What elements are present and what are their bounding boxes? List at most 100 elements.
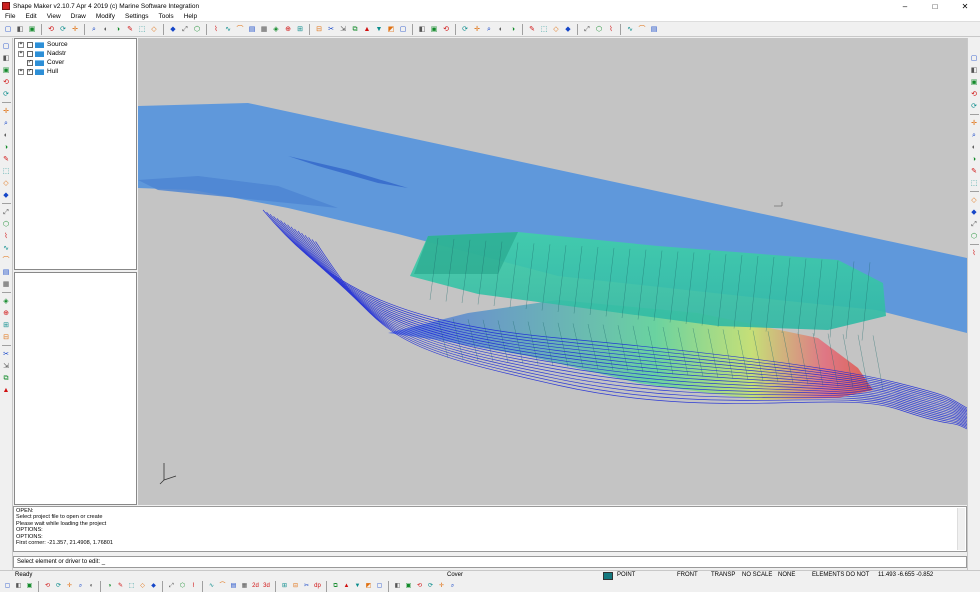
patch-icon[interactable]: ▼ [374, 25, 384, 35]
hull-icon[interactable]: ◧ [417, 25, 427, 35]
b-layer-icon[interactable]: ◧ [393, 582, 402, 591]
status-do-not[interactable]: DO NOT [846, 572, 869, 578]
arc-icon[interactable]: ⧉ [350, 25, 360, 35]
frame-icon[interactable]: ⊞ [295, 25, 305, 35]
zoom-window-icon[interactable]: ⌕ [89, 25, 99, 35]
move-node-icon[interactable]: ⌕ [1, 118, 11, 128]
checkbox-icon[interactable]: ✓ [27, 68, 33, 75]
node-icon[interactable]: ▦ [259, 25, 269, 35]
b-dp-icon[interactable]: dp [313, 582, 322, 591]
view-side-icon[interactable]: ⌕ [969, 130, 979, 140]
redraw-icon[interactable]: ⬡ [192, 25, 202, 35]
expand-icon[interactable]: + [18, 41, 24, 48]
b-up-icon[interactable]: ⊟ [291, 582, 300, 591]
extend-icon[interactable]: ✛ [472, 25, 482, 35]
wireframe-icon[interactable]: ⬡ [594, 25, 604, 35]
hull-view-icon[interactable]: ✎ [969, 166, 979, 176]
minimize-button[interactable]: – [890, 0, 920, 12]
b-node-icon[interactable]: ⤢ [167, 582, 176, 591]
measure-icon[interactable]: ✎ [527, 25, 537, 35]
menu-settings[interactable]: Settings [120, 13, 154, 20]
line-icon[interactable]: ▤ [247, 25, 257, 35]
b-select-icon[interactable]: ▢ [3, 582, 12, 591]
tree-node-source[interactable]: + Source [15, 40, 136, 49]
hydrostatics-icon[interactable]: ⬚ [539, 25, 549, 35]
b-shade-icon[interactable]: ⟲ [415, 582, 424, 591]
curvature-map-icon[interactable]: ⇲ [1, 361, 11, 371]
break-icon[interactable]: ✎ [1, 154, 11, 164]
delete-icon[interactable]: ◆ [563, 25, 573, 35]
table-icon[interactable]: ⤢ [969, 219, 979, 229]
snap-icon[interactable]: ⊕ [283, 25, 293, 35]
draw-line-icon[interactable]: ▢ [1, 41, 11, 51]
status-view[interactable]: FRONT [677, 572, 698, 578]
section-icon[interactable]: ⟲ [441, 25, 451, 35]
b-wire-icon[interactable]: ⟳ [426, 582, 435, 591]
view-front-icon[interactable]: ✛ [969, 118, 979, 128]
hull-model-render[interactable] [138, 38, 967, 505]
copy-icon[interactable]: ◑ [508, 25, 518, 35]
expand-icon[interactable]: + [18, 68, 24, 75]
new-file-icon[interactable]: ▢ [3, 25, 13, 35]
b-red-curve-icon[interactable]: ⊞ [280, 582, 289, 591]
fill-surface-icon[interactable]: ▤ [1, 267, 11, 277]
mesh-icon[interactable]: ◩ [386, 25, 396, 35]
checkbox-icon[interactable] [27, 41, 33, 48]
b-node2-icon[interactable]: ⬡ [178, 582, 187, 591]
b-polyline-icon[interactable]: ▲ [342, 582, 351, 591]
split-icon[interactable]: ⊕ [1, 308, 11, 318]
loft-icon[interactable]: ⬡ [1, 219, 11, 229]
trim-icon[interactable]: ⟳ [460, 25, 470, 35]
b-snap-mid-icon[interactable]: ⌒ [218, 582, 227, 591]
tree-node-label[interactable]: Hull [47, 68, 58, 75]
spline-icon[interactable]: ⇲ [338, 25, 348, 35]
zoom-extents-icon[interactable]: ◑ [113, 25, 123, 35]
b-circle-icon[interactable]: ✛ [65, 582, 74, 591]
surface-from-curves-icon[interactable]: ⤢ [1, 207, 11, 217]
tree-node-label[interactable]: Source [47, 41, 68, 48]
render-icon[interactable]: ∿ [625, 25, 635, 35]
offset-icon[interactable]: ⌕ [484, 25, 494, 35]
patch-icon[interactable]: ∿ [1, 243, 11, 253]
layer-color-swatch[interactable] [603, 572, 613, 580]
menu-help[interactable]: Help [179, 13, 202, 20]
zoom-in-icon[interactable]: ⬚ [137, 25, 147, 35]
deck-view-icon[interactable]: ⬚ [969, 178, 979, 188]
redo-icon[interactable]: ⟳ [58, 25, 68, 35]
help-pointer-icon[interactable]: ✛ [70, 25, 80, 35]
3d-viewport[interactable] [138, 38, 967, 505]
b-poly-icon[interactable]: ◐ [87, 582, 96, 591]
expand-icon[interactable]: + [18, 50, 24, 57]
sweep-icon[interactable]: ⌇ [1, 231, 11, 241]
draw-wave-icon[interactable]: ⟲ [1, 77, 11, 87]
mirror-icon[interactable]: ◐ [496, 25, 506, 35]
draw-rect-icon[interactable]: ◧ [1, 53, 11, 63]
b-line-tool-icon[interactable]: ⧉ [331, 582, 340, 591]
offset-surface-icon[interactable]: ⊟ [1, 332, 11, 342]
surface-icon[interactable]: ▲ [362, 25, 372, 35]
color-surface-icon[interactable]: ▦ [1, 279, 11, 289]
status-current-layer[interactable]: Cover [447, 572, 463, 578]
curvature-icon[interactable]: ◇ [551, 25, 561, 35]
zoom-out-icon[interactable]: ◇ [149, 25, 159, 35]
b-pin-icon[interactable]: ✂ [302, 582, 311, 591]
blend-icon[interactable]: ⌒ [1, 255, 11, 265]
menu-file[interactable]: File [0, 13, 20, 20]
intersect-icon[interactable]: ◈ [1, 296, 11, 306]
light-icon[interactable]: ⌒ [637, 25, 647, 35]
section-cut-icon[interactable]: ⧉ [1, 373, 11, 383]
status-transp[interactable]: TRANSP [711, 572, 735, 578]
point-icon[interactable]: ⌒ [235, 25, 245, 35]
b-point-icon[interactable]: ◧ [14, 582, 23, 591]
status-none[interactable]: NONE [778, 572, 795, 578]
b-render-icon[interactable]: ▣ [404, 582, 413, 591]
save-icon[interactable]: ▣ [27, 25, 37, 35]
extend-icon[interactable]: ⬚ [1, 166, 11, 176]
console-scrollbar[interactable] [957, 508, 965, 550]
pan-icon[interactable]: ◆ [168, 25, 178, 35]
b-surface-icon[interactable]: ◑ [105, 582, 114, 591]
b-offset-icon[interactable]: ▢ [375, 582, 384, 591]
checkbox-icon[interactable]: ✓ [27, 59, 33, 66]
menu-tools[interactable]: Tools [154, 13, 179, 20]
trim-curve-icon[interactable]: ◐ [1, 130, 11, 140]
